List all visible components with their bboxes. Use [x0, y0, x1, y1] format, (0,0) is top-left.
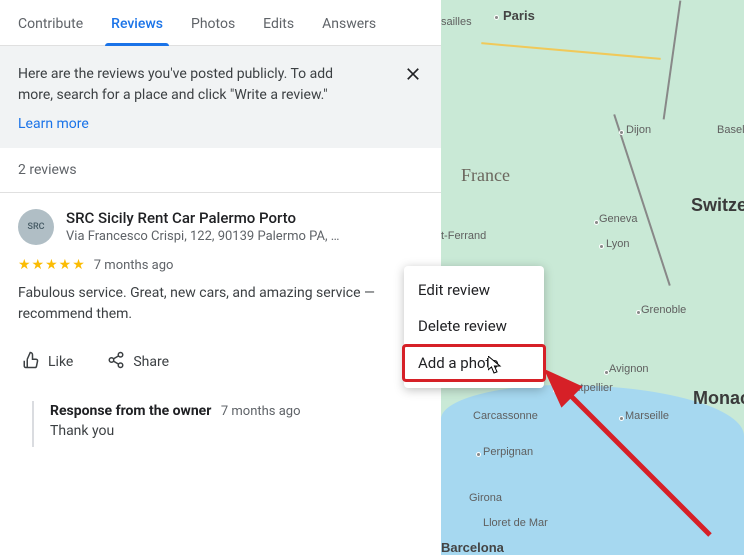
menu-delete-review[interactable]: Delete review — [404, 308, 544, 344]
avatar[interactable]: SRC — [18, 209, 54, 245]
review-context-menu: Edit review Delete review Add a photo — [404, 266, 544, 388]
map-city-girona[interactable]: Girona — [469, 492, 502, 504]
place-title[interactable]: SRC Sicily Rent Car Palermo Porto — [66, 209, 423, 227]
map-label-monaco: Monaco — [693, 388, 744, 409]
public-reviews-notice: Here are the reviews you've posted publi… — [0, 46, 441, 148]
map-city-montpellier[interactable]: Montpellier — [559, 382, 613, 394]
like-label: Like — [48, 354, 73, 370]
tab-answers[interactable]: Answers — [308, 3, 390, 45]
menu-add-photo[interactable]: Add a photo — [402, 344, 546, 382]
owner-response-label: Response from the owner — [50, 403, 211, 419]
map-city-perpignan[interactable]: Perpignan — [483, 446, 533, 458]
tab-photos[interactable]: Photos — [177, 3, 249, 45]
owner-response-time: 7 months ago — [221, 404, 301, 419]
map-city-paris[interactable]: Paris — [503, 8, 535, 23]
learn-more-link[interactable]: Learn more — [18, 116, 89, 132]
map-city-grenoble[interactable]: Grenoble — [641, 304, 686, 316]
map-city-versailles[interactable]: sailles — [441, 16, 472, 28]
map-city-geneva[interactable]: Geneva — [599, 213, 638, 225]
tab-contribute[interactable]: Contribute — [4, 3, 97, 45]
notice-text: Here are the reviews you've posted publi… — [18, 64, 358, 106]
map-city-marseille[interactable]: Marseille — [625, 410, 669, 422]
owner-response: Response from the owner 7 months ago Tha… — [32, 401, 423, 447]
review-card: SRC SRC Sicily Rent Car Palermo Porto Vi… — [0, 193, 441, 447]
map-city-basel[interactable]: Basel — [717, 124, 744, 136]
share-label: Share — [133, 354, 169, 370]
share-button[interactable]: Share — [103, 345, 173, 379]
map-city-avignon[interactable]: Avignon — [609, 363, 649, 375]
like-button[interactable]: Like — [18, 345, 77, 379]
map-city-lloret[interactable]: Lloret de Mar — [483, 517, 548, 529]
place-address: Via Francesco Crispi, 122, 90139 Palermo… — [66, 229, 406, 244]
map-city-carcassonne[interactable]: Carcassonne — [473, 410, 538, 422]
review-time: 7 months ago — [94, 258, 174, 273]
close-icon[interactable] — [403, 64, 423, 84]
map-city-barcelona[interactable]: Barcelona — [441, 540, 504, 555]
tabs-bar: Contribute Reviews Photos Edits Answers — [0, 0, 441, 46]
cursor-icon — [488, 356, 504, 378]
menu-edit-review[interactable]: Edit review — [404, 272, 544, 308]
thumb-up-icon — [22, 351, 40, 373]
map-city-ferrand[interactable]: t-Ferrand — [441, 230, 486, 242]
owner-response-body: Thank you — [50, 423, 423, 439]
tab-reviews[interactable]: Reviews — [97, 3, 177, 45]
review-count: 2 reviews — [0, 148, 441, 193]
star-rating: ★★★★★ — [18, 257, 86, 273]
map-city-dijon[interactable]: Dijon — [626, 124, 651, 136]
map-label-france: France — [461, 165, 510, 186]
share-icon — [107, 351, 125, 373]
map-city-lyon[interactable]: Lyon — [606, 238, 629, 250]
map-label-switzerland: Switzer — [691, 195, 744, 216]
tab-edits[interactable]: Edits — [249, 3, 308, 45]
review-body: Fabulous service. Great, new cars, and a… — [18, 283, 423, 325]
